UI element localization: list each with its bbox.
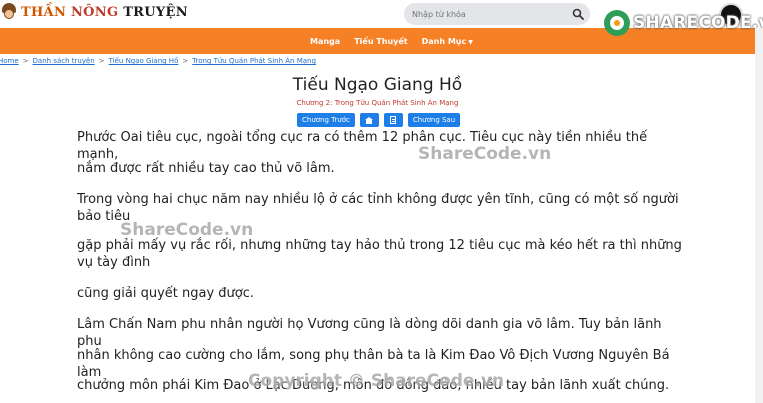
breadcrumb: Home > Danh sách truyện > Tiếu Ngạo Gian… xyxy=(0,57,316,65)
list-icon xyxy=(390,116,397,124)
nav-item-danh-muc-label: Danh Mục xyxy=(421,36,467,46)
prev-chapter-button[interactable]: Chương Trước xyxy=(297,113,355,127)
sharecode-brand: SHARECODE.vn xyxy=(604,10,763,36)
chapter-title: Chương 2: Trong Tửu Quán Phát Sinh Án Mạ… xyxy=(296,99,459,107)
logo-word-3: TRUYỆN xyxy=(123,4,188,20)
story-title: Tiếu Ngạo Giang Hồ xyxy=(292,75,463,95)
content-line: Lâm Chấn Nam phu nhân người họ Vương cũn… xyxy=(77,317,662,349)
content-line: gặp phải mấy vụ rắc rối, nhưng những tay… xyxy=(77,238,682,270)
logo-word-2: NÔNG xyxy=(70,4,119,20)
breadcrumb-story-list[interactable]: Danh sách truyện xyxy=(33,57,95,65)
breadcrumb-separator: > xyxy=(182,57,189,65)
watermark-middle: ShareCode.vn xyxy=(120,220,254,240)
site-logo[interactable]: THẦN NÔNG TRUYỆN xyxy=(0,2,188,22)
search-icon[interactable] xyxy=(572,8,584,20)
content-line: nắm được rất nhiều tay cao thủ võ lâm. xyxy=(77,161,335,176)
chapter-controls: Chương Trước Chương Sau xyxy=(297,113,461,127)
breadcrumb-separator: > xyxy=(98,57,105,65)
watermark-top: ShareCode.vn xyxy=(418,144,552,164)
content-line: cũng giải quyết ngay được. xyxy=(77,286,255,301)
chapter-list-button[interactable] xyxy=(383,113,403,127)
search-input[interactable] xyxy=(412,6,562,22)
brand-text: SHARECODE.vn xyxy=(633,13,763,33)
nav-item-danh-muc[interactable]: Danh Mục ▼ xyxy=(422,37,473,46)
next-chapter-button[interactable]: Chương Sau xyxy=(407,113,461,127)
logo-word-1: THẦN xyxy=(21,4,67,20)
sharecode-logo-icon xyxy=(604,10,630,36)
brand-name: SHARECODE xyxy=(633,13,752,33)
breadcrumb-story[interactable]: Tiếu Ngạo Giang Hồ xyxy=(109,57,179,65)
breadcrumb-chapter[interactable]: Trong Tửu Quán Phát Sinh Án Mạng xyxy=(192,57,316,65)
breadcrumb-home[interactable]: Home xyxy=(0,57,19,65)
watermark-bottom: Copyright © ShareCode.vn xyxy=(248,371,505,391)
logo-mascot-icon xyxy=(0,2,18,22)
nav-item-tieu-thuyet[interactable]: Tiểu Thuyết xyxy=(354,37,407,46)
logo-text: THẦN NÔNG TRUYỆN xyxy=(21,5,188,20)
nav-item-manga[interactable]: Manga xyxy=(310,37,340,46)
home-button[interactable] xyxy=(359,113,379,127)
home-icon xyxy=(365,116,374,124)
page-scrollbar[interactable] xyxy=(755,28,763,403)
chevron-down-icon: ▼ xyxy=(468,38,473,46)
search-box xyxy=(404,3,590,25)
content-line: Phước Oai tiêu cục, ngoài tổng cục ra có… xyxy=(77,130,648,162)
breadcrumb-separator: > xyxy=(22,57,29,65)
